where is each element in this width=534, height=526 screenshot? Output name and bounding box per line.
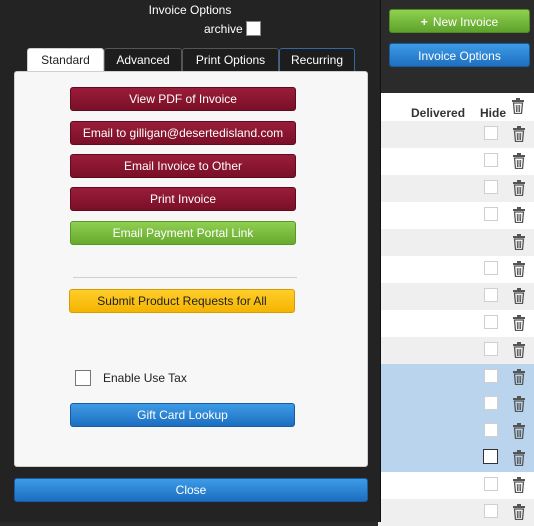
trash-icon[interactable] [512,234,526,250]
trash-icon[interactable] [512,396,526,412]
hide-checkbox[interactable] [483,449,498,464]
hide-checkbox[interactable] [484,180,498,194]
column-header-delivered: Delivered [411,106,465,120]
modal-title: Invoice Options [0,3,380,17]
table-row[interactable] [378,229,534,256]
tab-print-options[interactable]: Print Options [182,48,279,71]
table-row[interactable] [378,364,534,391]
trash-icon[interactable] [512,423,526,439]
hide-checkbox[interactable] [484,315,498,329]
hide-checkbox[interactable] [484,369,498,383]
trash-icon[interactable] [512,315,526,331]
invoice-options-button[interactable]: Invoice Options [389,43,530,67]
trash-icon[interactable] [512,504,526,520]
table-row[interactable] [378,391,534,418]
new-invoice-label: New Invoice [433,15,498,29]
trash-icon[interactable] [511,98,525,114]
trash-icon[interactable] [512,288,526,304]
trash-icon[interactable] [512,450,526,466]
print-invoice-button[interactable]: Print Invoice [70,187,296,211]
trash-icon[interactable] [512,207,526,223]
submit-product-requests-button[interactable]: Submit Product Requests for All [69,289,295,313]
tab-standard[interactable]: Standard [27,48,104,72]
enable-use-tax-label: Enable Use Tax [103,371,187,385]
column-header-hide: Hide [480,106,506,120]
hide-checkbox[interactable] [484,153,498,167]
hide-checkbox[interactable] [484,207,498,221]
table-row[interactable] [378,337,534,364]
table-row[interactable] [378,121,534,148]
tab-recurring[interactable]: Recurring [279,48,355,71]
table-row[interactable] [378,418,534,445]
hide-checkbox[interactable] [484,126,498,140]
table-row[interactable] [378,472,534,499]
invoice-options-modal: Invoice Options archive Standard Advance… [0,0,381,522]
trash-icon[interactable] [512,126,526,142]
gift-card-lookup-button[interactable]: Gift Card Lookup [70,403,295,427]
table-row[interactable] [378,175,534,202]
hide-checkbox[interactable] [484,261,498,275]
trash-icon[interactable] [512,477,526,493]
trash-icon[interactable] [512,369,526,385]
email-to-customer-button[interactable]: Email to gilligan@desertedisland.com [70,121,296,145]
divider [73,277,297,278]
table-row[interactable] [378,256,534,283]
trash-icon[interactable] [512,153,526,169]
table-row[interactable] [378,202,534,229]
hide-checkbox[interactable] [484,423,498,437]
table-row[interactable] [378,283,534,310]
hide-checkbox[interactable] [484,396,498,410]
tab-advanced[interactable]: Advanced [104,48,182,71]
hide-checkbox[interactable] [484,342,498,356]
hide-checkbox[interactable] [484,504,498,518]
trash-icon[interactable] [512,180,526,196]
trash-icon[interactable] [512,261,526,277]
table-row[interactable] [378,148,534,175]
hide-checkbox[interactable] [484,477,498,491]
close-button[interactable]: Close [14,478,368,502]
table-row[interactable] [378,445,534,472]
email-payment-portal-button[interactable]: Email Payment Portal Link [70,221,296,245]
table-row[interactable] [378,310,534,337]
email-invoice-to-other-button[interactable]: Email Invoice to Other [70,154,296,178]
enable-use-tax-checkbox[interactable] [75,370,91,386]
archive-label: archive [204,22,243,36]
new-invoice-button[interactable]: + New Invoice [389,9,530,33]
plus-icon: + [421,15,428,29]
view-pdf-button[interactable]: View PDF of Invoice [70,87,296,111]
trash-icon[interactable] [512,342,526,358]
hide-checkbox[interactable] [484,288,498,302]
archive-checkbox[interactable] [246,21,261,36]
